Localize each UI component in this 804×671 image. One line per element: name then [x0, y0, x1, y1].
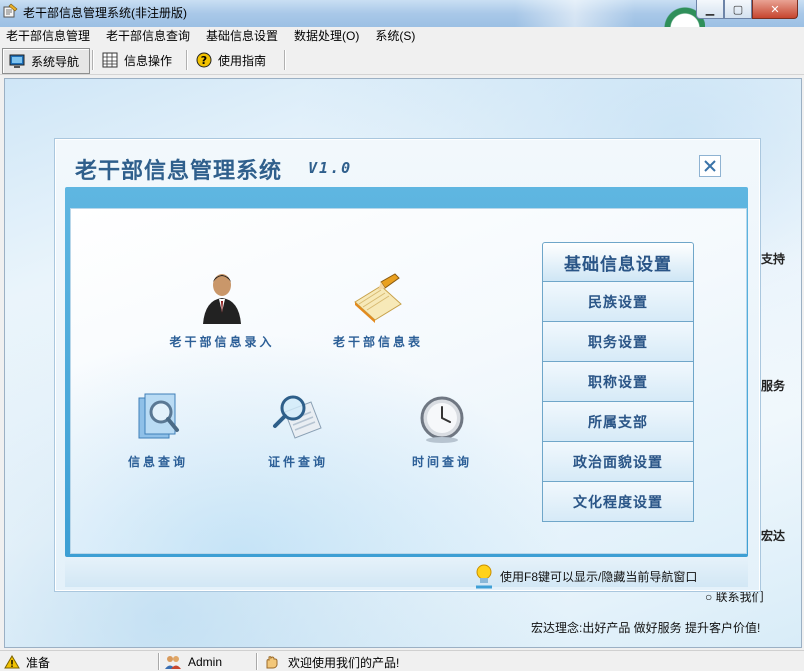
menu-bar: 老干部信息管理 老干部信息查询 基础信息设置 数据处理(O) 系统(S) — [0, 27, 804, 46]
monitor-icon — [9, 54, 25, 68]
certificate-query-button[interactable]: 证件查询 — [258, 392, 338, 470]
window-title: 老干部信息管理系统(非注册版) — [23, 6, 187, 20]
lightbulb-icon — [476, 564, 492, 589]
info-query-label: 信息查询 — [127, 455, 188, 469]
warning-icon — [4, 655, 20, 669]
status-user: Admin — [164, 654, 222, 670]
basic-settings-header: 基础信息设置 — [542, 242, 694, 282]
close-icon: ✕ — [770, 3, 780, 16]
title-bar: 老干部信息管理系统(非注册版) ▁ ▢ ✕ — [0, 0, 804, 27]
user-guide-button[interactable]: ? 使用指南 — [190, 48, 280, 72]
toolbar: 系统导航 信息操作 ? 使用指南 — [0, 46, 804, 75]
side-label-hongda: 宏达 — [761, 529, 786, 543]
clock-icon — [420, 396, 464, 443]
menu-system[interactable]: 系统(S) — [369, 27, 421, 46]
settings-branch-button[interactable]: 所属支部 — [542, 402, 694, 442]
status-bar: 准备 Admin 欢迎使用我们的产品! — [0, 650, 804, 671]
help-icon: ? — [196, 52, 212, 68]
title-bar-decoration — [515, 0, 635, 27]
close-icon — [704, 160, 716, 172]
info-operation-button[interactable]: 信息操作 — [96, 48, 182, 72]
panel-title: 老干部信息管理系统 — [75, 158, 283, 183]
grid-icon — [102, 52, 118, 68]
status-ready-text: 准备 — [26, 655, 51, 670]
time-query-button[interactable]: 时间查询 — [402, 392, 482, 470]
cadre-info-table-button[interactable]: 老干部信息表 — [320, 272, 436, 350]
menu-basic-settings[interactable]: 基础信息设置 — [200, 27, 284, 46]
info-query-button[interactable]: 信息查询 — [118, 392, 198, 470]
f8-hint-text: 使用F8键可以显示/隐藏当前导航窗口 — [500, 569, 698, 584]
settings-education-button[interactable]: 文化程度设置 — [542, 482, 694, 522]
person-icon — [203, 274, 241, 324]
status-welcome: 欢迎使用我们的产品! — [264, 654, 399, 670]
status-welcome-text: 欢迎使用我们的产品! — [288, 655, 400, 670]
cadre-info-entry-label: 老干部信息录入 — [169, 335, 275, 349]
panel-version: V1.0 — [308, 159, 353, 177]
settings-ethnicity-button[interactable]: 民族设置 — [542, 282, 694, 322]
system-navigation-button[interactable]: 系统导航 — [2, 48, 90, 74]
notepad-pencil-icon — [354, 273, 402, 323]
time-query-label: 时间查询 — [411, 455, 472, 469]
basic-settings-list: 基础信息设置 民族设置 职务设置 职称设置 所属支部 政治面貌设置 文化程度设置 — [542, 242, 694, 522]
settings-title-button[interactable]: 职称设置 — [542, 362, 694, 402]
certificate-search-icon — [273, 395, 322, 439]
cadre-info-entry-button[interactable]: 老干部信息录入 — [160, 272, 284, 350]
certificate-query-label: 证件查询 — [267, 455, 328, 469]
minimize-button[interactable]: ▁ — [696, 0, 724, 19]
menu-data-processing[interactable]: 数据处理(O) — [288, 27, 365, 46]
panel-close-button[interactable] — [699, 155, 721, 177]
status-user-text: Admin — [188, 655, 223, 669]
user-guide-label: 使用指南 — [218, 53, 267, 68]
app-icon — [3, 3, 18, 18]
close-window-button[interactable]: ✕ — [752, 0, 798, 19]
hand-icon — [266, 656, 278, 669]
menu-cadre-info-query[interactable]: 老干部信息查询 — [100, 27, 196, 46]
maximize-icon: ▢ — [732, 3, 744, 16]
cadre-info-table-label: 老干部信息表 — [332, 335, 423, 349]
settings-position-button[interactable]: 职务设置 — [542, 322, 694, 362]
f8-hint: 使用F8键可以显示/隐藏当前导航窗口 — [474, 563, 697, 589]
settings-political-status-button[interactable]: 政治面貌设置 — [542, 442, 694, 482]
minimize-icon: ▁ — [705, 3, 715, 16]
company-slogan: 宏达理念:出好产品 做好服务 提升客户价值! — [531, 621, 761, 635]
side-label-service: 服务 — [761, 379, 786, 393]
info-operation-label: 信息操作 — [124, 53, 173, 68]
side-label-support: 支持 — [761, 252, 786, 266]
svg-text:?: ? — [201, 54, 207, 67]
document-search-icon — [138, 393, 179, 439]
status-ready: 准备 — [4, 654, 50, 670]
menu-cadre-info-management[interactable]: 老干部信息管理 — [0, 27, 96, 46]
maximize-button[interactable]: ▢ — [724, 0, 752, 19]
users-icon — [165, 656, 181, 669]
system-navigation-label: 系统导航 — [31, 54, 80, 69]
